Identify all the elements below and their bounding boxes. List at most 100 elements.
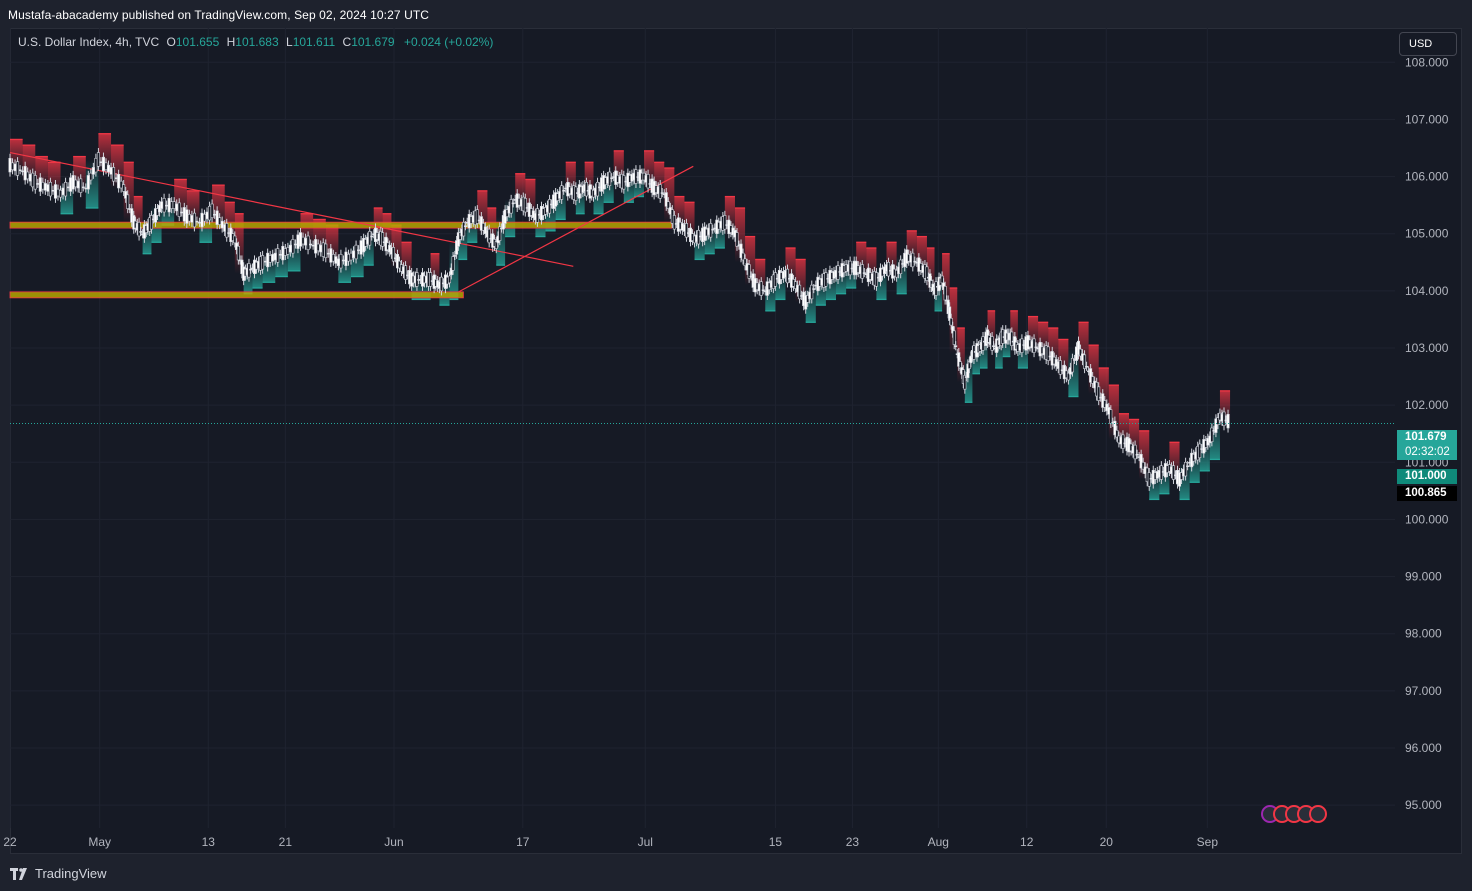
last-price-badge: 101.679 (1397, 430, 1457, 445)
candle-body (208, 205, 212, 221)
candle-body (344, 251, 348, 267)
candle-body (18, 169, 22, 172)
candle-body (735, 232, 739, 247)
candle-body (352, 250, 356, 259)
candle-body (1135, 453, 1139, 456)
y-tick-label: 96.000 (1405, 741, 1442, 755)
candle-body (33, 175, 37, 190)
candle-body (723, 215, 727, 230)
candle-body (1133, 444, 1137, 460)
candle-body (1109, 409, 1113, 424)
candle-body (215, 210, 219, 225)
candle-body (326, 252, 330, 255)
candle-body (943, 285, 947, 301)
candle-body (810, 284, 814, 300)
candle-body (175, 203, 179, 212)
y-tick-label: 106.000 (1405, 170, 1449, 184)
tradingview-brand: TradingView (35, 866, 107, 881)
us-flag-icon[interactable] (1309, 805, 1327, 823)
candle-body (43, 183, 47, 191)
candle-body (233, 235, 237, 244)
candle-body (329, 248, 333, 263)
candle-body (89, 172, 93, 181)
candle-body (180, 211, 184, 214)
candle-body (236, 245, 240, 261)
candle-body (451, 256, 455, 271)
candle-body (205, 211, 209, 220)
candle-body (990, 336, 994, 351)
close-label: C (342, 35, 352, 49)
y-tick-label: 97.000 (1405, 684, 1442, 698)
candle-body (225, 223, 229, 238)
symbol-name: U.S. Dollar Index, 4h, TVC (18, 35, 160, 49)
candle-body (273, 252, 277, 261)
candle-body (31, 172, 35, 188)
tradingview-logo[interactable]: TradingView (10, 866, 107, 881)
candle-body (860, 264, 864, 279)
candle-body (160, 201, 164, 209)
x-tick-label: 17 (516, 835, 530, 849)
y-tick-label: 102.000 (1405, 398, 1449, 412)
candle-body (346, 253, 350, 262)
footer-bar (0, 856, 1472, 891)
candle-body (1121, 434, 1125, 449)
candle-body (278, 253, 282, 256)
y-tick-label: 107.000 (1405, 112, 1449, 126)
candle-body (119, 180, 123, 189)
candle-body (509, 199, 513, 214)
x-tick-label: 12 (1020, 835, 1034, 849)
candle-body (331, 253, 335, 262)
candle-body (349, 252, 353, 261)
candle-body (162, 197, 166, 213)
candle-body (1222, 411, 1226, 427)
candle-body (203, 213, 207, 222)
candle-body (911, 252, 915, 268)
y-tick-label: 108.000 (1405, 55, 1449, 69)
candle-body (137, 221, 141, 237)
candle-body (812, 288, 816, 290)
x-tick-label: 20 (1100, 835, 1114, 849)
candle-body (949, 317, 953, 326)
candle-body (462, 221, 466, 237)
candle-body (276, 248, 280, 263)
candle-body (523, 197, 527, 213)
x-tick-label: Jun (384, 835, 403, 849)
y-tick-label: 95.000 (1405, 798, 1442, 812)
candle-body (200, 212, 204, 228)
candle-body (101, 156, 105, 172)
candle-body (925, 266, 929, 281)
candle-body (368, 231, 372, 246)
candle-body (672, 215, 676, 230)
candle-body (281, 245, 285, 261)
candle-body (109, 167, 113, 175)
y-tick-label: 104.000 (1405, 284, 1449, 298)
candle-body (122, 184, 126, 192)
x-tick-label: Aug (928, 835, 949, 849)
candle-body (53, 184, 57, 199)
candle-body (172, 201, 176, 209)
price-chart[interactable]: 108.000 107.000 106.000 105.000 104.000 103.0… (0, 0, 1472, 891)
candle-body (64, 181, 68, 197)
economic-events[interactable] (1261, 805, 1327, 825)
candle-body (429, 272, 433, 287)
candle-body (1097, 386, 1101, 401)
x-tick-label: 22 (3, 835, 17, 849)
candle-body (560, 185, 564, 200)
candle-body (381, 232, 385, 247)
candle-body (1226, 413, 1230, 429)
candle-body (319, 244, 323, 253)
candle-body (316, 243, 320, 252)
candle-body (293, 243, 297, 246)
currency-button[interactable]: USD (1399, 32, 1457, 56)
candle-body (26, 171, 30, 180)
candle-body (786, 268, 790, 284)
candle-body (354, 244, 358, 260)
candle-body (1032, 338, 1036, 353)
candle-body (646, 173, 650, 189)
candle-body (548, 199, 552, 214)
candle-body (66, 186, 70, 189)
candle-body (798, 284, 802, 300)
candle-body (38, 177, 42, 192)
candle-body (596, 181, 600, 197)
candle-body (286, 247, 290, 255)
